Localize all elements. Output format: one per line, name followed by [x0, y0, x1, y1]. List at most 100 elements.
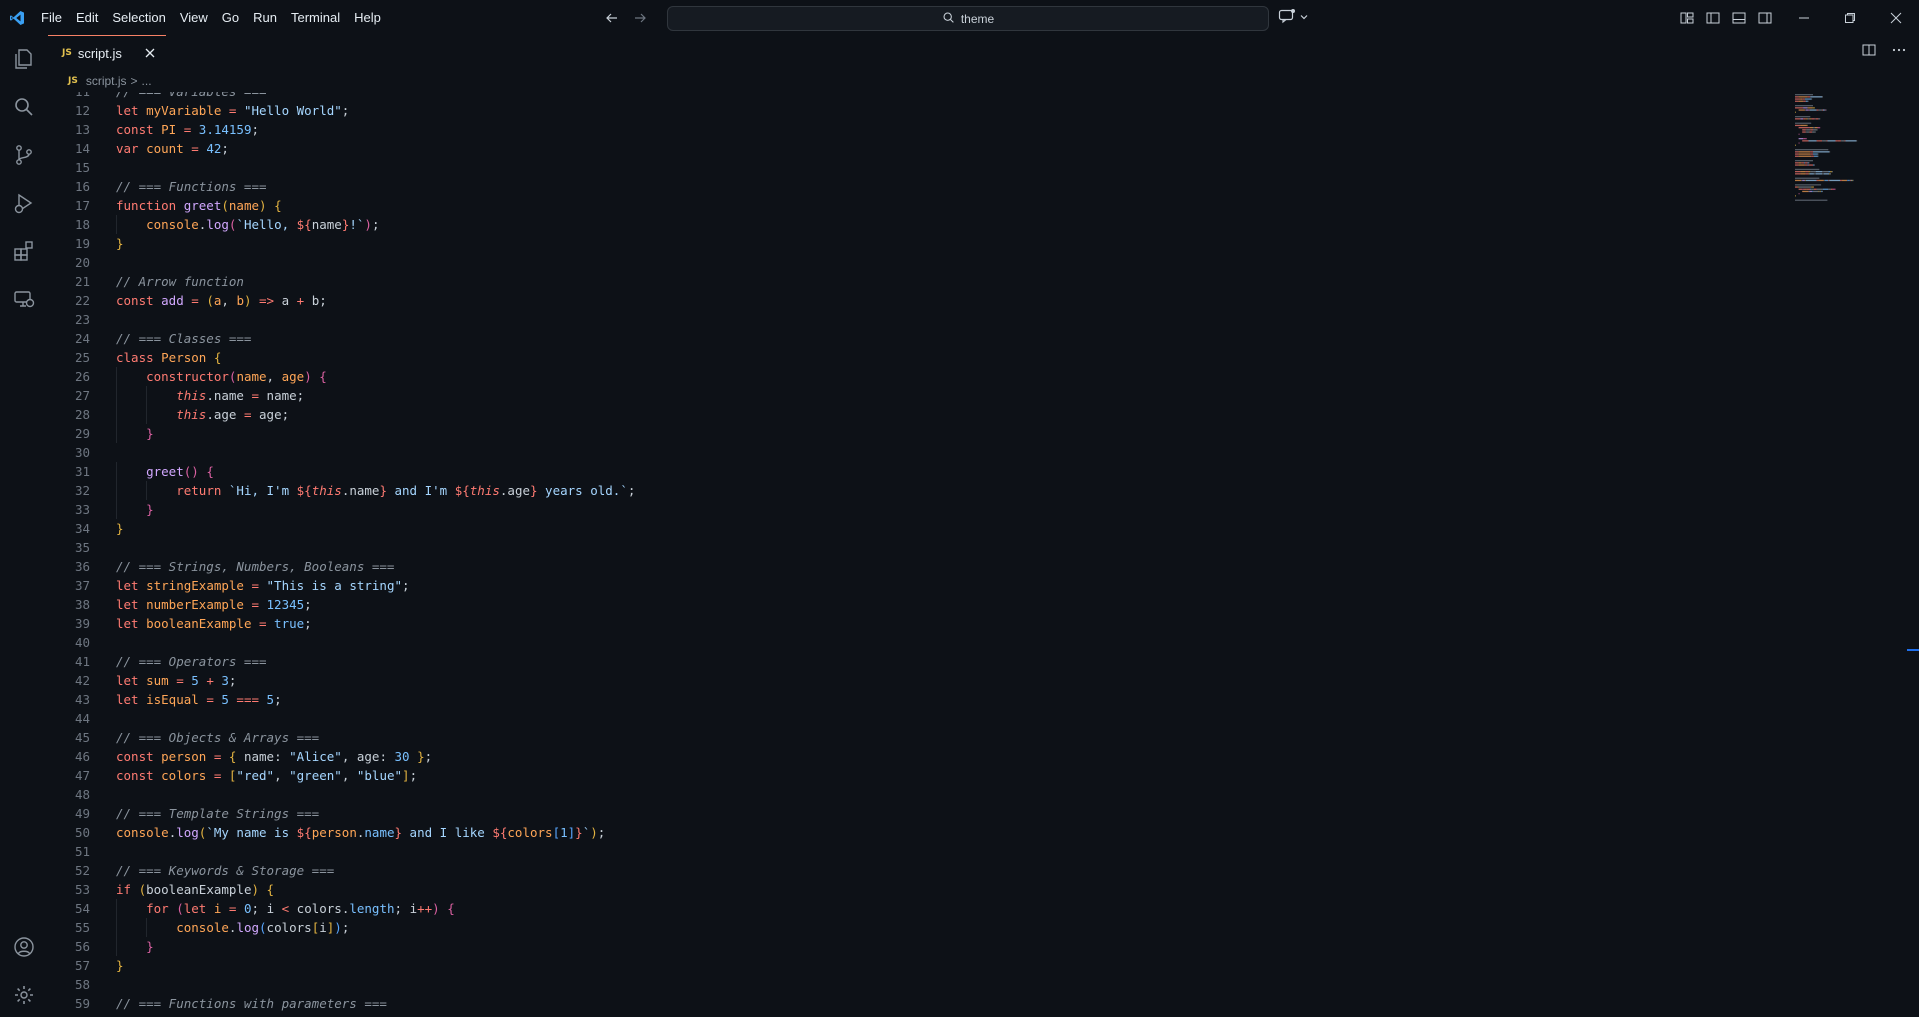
minimap-token: [1795, 177, 1820, 179]
code-line[interactable]: 17 function greet(name) {: [48, 196, 1794, 215]
code-line[interactable]: 49 // === Template Strings ===: [48, 804, 1794, 823]
minimap-token: [1818, 118, 1820, 120]
close-icon[interactable]: [142, 45, 158, 61]
code-line[interactable]: 32 return `Hi, I'm ${this.name} and I'm …: [48, 481, 1794, 500]
minimap-token: [1819, 118, 1821, 120]
code-line[interactable]: 29 }: [48, 424, 1794, 443]
restore-icon[interactable]: [1827, 0, 1873, 35]
code-token: let: [116, 578, 147, 593]
customize-layout-icon[interactable]: [1678, 9, 1696, 27]
code-line[interactable]: 42 let sum = 5 + 3;: [48, 671, 1794, 690]
code-line[interactable]: 19}: [48, 234, 1794, 253]
code-line[interactable]: 15: [48, 158, 1794, 177]
breadcrumb-file[interactable]: script.js: [86, 74, 127, 88]
more-actions-icon[interactable]: [1891, 42, 1907, 63]
run-debug-icon[interactable]: [0, 181, 47, 225]
code-line[interactable]: 40: [48, 633, 1794, 652]
minimap[interactable]: [1793, 92, 1903, 1011]
code-line[interactable]: 20: [48, 253, 1794, 272]
code-line[interactable]: 23: [48, 310, 1794, 329]
minimap-token: [1798, 138, 1804, 140]
code-editor[interactable]: 11// === Variables ===12let myVariable =…: [48, 92, 1794, 1011]
menu-file[interactable]: File: [34, 0, 69, 35]
code-line[interactable]: 27 this.name = name;: [48, 386, 1794, 405]
code-line[interactable]: 54 for (let i = 0; i < colors.length; i+…: [48, 899, 1794, 918]
code-line[interactable]: 21 // Arrow function: [48, 272, 1794, 291]
copilot-button[interactable]: [1278, 7, 1309, 29]
toggle-panel-icon[interactable]: [1730, 9, 1748, 27]
code-line[interactable]: 16 // === Functions ===: [48, 177, 1794, 196]
code-line[interactable]: 55 console.log(colors[i]);: [48, 918, 1794, 937]
minimap-token: [1822, 140, 1823, 142]
code-line[interactable]: 50 console.log(`My name is ${person.name}…: [48, 823, 1794, 842]
search-icon[interactable]: [0, 85, 47, 129]
minimap-token: [1803, 188, 1807, 190]
code-line[interactable]: 38 let numberExample = 12345;: [48, 595, 1794, 614]
breadcrumb-symbols[interactable]: ...: [142, 74, 152, 88]
code-line[interactable]: 51: [48, 842, 1794, 861]
tab-script-js[interactable]: JS script.js: [48, 35, 166, 70]
code-line[interactable]: 45 // === Objects & Arrays ===: [48, 728, 1794, 747]
minimize-icon[interactable]: [1781, 0, 1827, 35]
code-line[interactable]: 53 if (booleanExample) {: [48, 880, 1794, 899]
menu-terminal[interactable]: Terminal: [284, 0, 347, 35]
code-line[interactable]: 24 // === Classes ===: [48, 329, 1794, 348]
code-line[interactable]: 41 // === Operators ===: [48, 652, 1794, 671]
settings-gear-icon[interactable]: [0, 973, 47, 1017]
code-line[interactable]: 35: [48, 538, 1794, 557]
code-line[interactable]: 30: [48, 443, 1794, 462]
code-line[interactable]: 48: [48, 785, 1794, 804]
extensions-icon[interactable]: [0, 229, 47, 273]
menu-help[interactable]: Help: [347, 0, 388, 35]
code-line[interactable]: 46 const person = { name: "Alice", age: 3…: [48, 747, 1794, 766]
code-line[interactable]: 37 let stringExample = "This is a string"…: [48, 576, 1794, 595]
code-token: (: [138, 882, 147, 897]
code-line[interactable]: 28 this.age = age;: [48, 405, 1794, 424]
accounts-icon[interactable]: [0, 925, 47, 969]
code-line[interactable]: 22 const add = (a, b) => a + b;: [48, 291, 1794, 310]
code-line[interactable]: 39 let booleanExample = true;: [48, 614, 1794, 633]
arrow-right-icon[interactable]: [631, 9, 649, 27]
code-line[interactable]: 12 let myVariable = "Hello World";: [48, 101, 1794, 120]
command-center-search[interactable]: theme: [667, 6, 1269, 31]
code-line[interactable]: 44: [48, 709, 1794, 728]
minimap-token: [1810, 171, 1814, 173]
code-line[interactable]: 34}: [48, 519, 1794, 538]
code-token: 30: [394, 749, 410, 764]
code-line[interactable]: 18 console.log(`Hello, ${name}!`);: [48, 215, 1794, 234]
menu-edit[interactable]: Edit: [69, 0, 105, 35]
menu-view[interactable]: View: [173, 0, 215, 35]
explorer-icon[interactable]: [0, 37, 47, 81]
arrow-left-icon[interactable]: [603, 9, 621, 27]
code-line[interactable]: 26 constructor(name, age) {: [48, 367, 1794, 386]
code-line[interactable]: 56 }: [48, 937, 1794, 956]
code-line[interactable]: 59 // === Functions with parameters ===: [48, 994, 1794, 1011]
code-line[interactable]: 14 var count = 42;: [48, 139, 1794, 158]
code-line[interactable]: 31 greet() {: [48, 462, 1794, 481]
code-line[interactable]: 52 // === Keywords & Storage ===: [48, 861, 1794, 880]
source-control-icon[interactable]: [0, 133, 47, 177]
search-icon: [942, 11, 955, 27]
toggle-secondary-sidebar-icon[interactable]: [1756, 9, 1774, 27]
code-text: const colors = ["red", "green", "blue"];: [90, 766, 417, 785]
toggle-primary-sidebar-icon[interactable]: [1704, 9, 1722, 27]
menu-go[interactable]: Go: [215, 0, 246, 35]
code-line[interactable]: 43 let isEqual = 5 === 5;: [48, 690, 1794, 709]
minimap-token: [1817, 127, 1820, 129]
minimap-token: [1813, 188, 1814, 190]
code-line[interactable]: 36 // === Strings, Numbers, Booleans ===: [48, 557, 1794, 576]
scrollbar-thumb[interactable]: [1907, 649, 1919, 651]
menu-selection[interactable]: Selection: [105, 0, 172, 35]
code-line[interactable]: 58: [48, 975, 1794, 994]
close-window-icon[interactable]: [1873, 0, 1919, 35]
code-line[interactable]: 33 }: [48, 500, 1794, 519]
code-line[interactable]: 57}: [48, 956, 1794, 975]
remote-explorer-icon[interactable]: [0, 277, 47, 321]
code-line[interactable]: 13 const PI = 3.14159;: [48, 120, 1794, 139]
code-line[interactable]: 11 // === Variables ===: [48, 92, 1794, 101]
code-line[interactable]: 47 const colors = ["red", "green", "blue"…: [48, 766, 1794, 785]
menu-run[interactable]: Run: [246, 0, 284, 35]
split-editor-icon[interactable]: [1861, 42, 1877, 63]
code-line[interactable]: 25 class Person {: [48, 348, 1794, 367]
